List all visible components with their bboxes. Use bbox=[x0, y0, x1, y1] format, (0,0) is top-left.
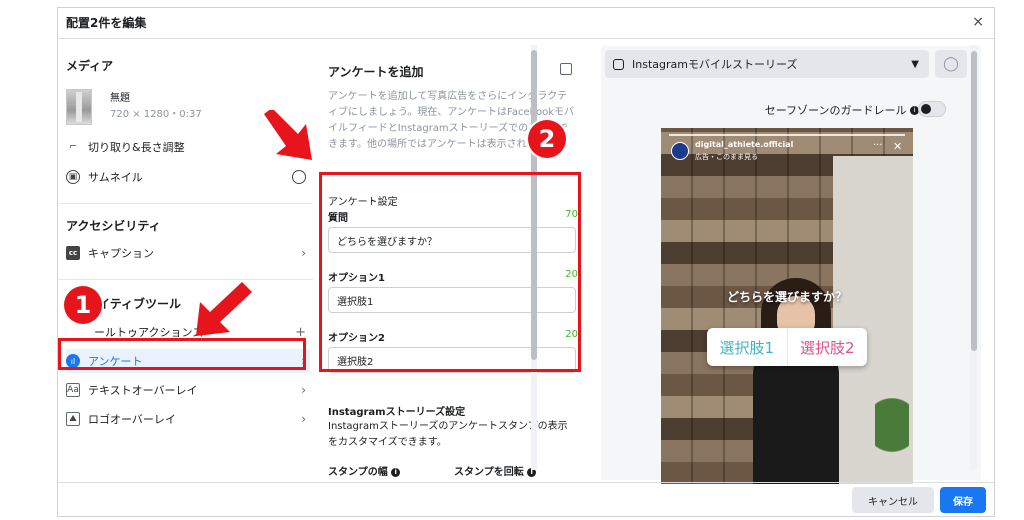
step-badge-2: 2 bbox=[528, 120, 566, 158]
thumbnail-icon: ▣ bbox=[66, 170, 80, 184]
person-image bbox=[741, 278, 851, 484]
more-icon[interactable]: ··· bbox=[873, 140, 883, 151]
cancel-button[interactable]: キャンセル bbox=[852, 487, 934, 513]
close-icon[interactable]: × bbox=[972, 14, 984, 30]
crop-icon: ⌐ bbox=[69, 142, 77, 152]
chevron-right-icon: › bbox=[301, 383, 306, 397]
left-panel: メディア 無題 720 × 1280・0:37 ⌐ 切り取り&長さ調整 ▣ サム… bbox=[58, 39, 313, 479]
story-subtitle: 広告・このまま見る bbox=[695, 153, 758, 161]
media-name: 無題 bbox=[110, 93, 130, 104]
avatar bbox=[671, 142, 689, 160]
plant-image bbox=[875, 398, 909, 484]
media-heading: メディア bbox=[66, 59, 114, 73]
logo-overlay-item[interactable]: ⛰ ロゴオーバーレイ › bbox=[66, 407, 310, 431]
text-overlay-item[interactable]: Aa テキストオーバーレイ › bbox=[66, 378, 310, 402]
chevron-right-icon: › bbox=[301, 412, 306, 426]
refresh-icon: ◯ bbox=[943, 56, 959, 72]
safe-zone-toggle[interactable] bbox=[918, 101, 946, 117]
thumbnail-item[interactable]: ▣ サムネイル bbox=[66, 165, 310, 189]
info-icon[interactable]: i bbox=[391, 467, 401, 477]
arrow-icon bbox=[264, 110, 312, 160]
image-icon: ⛰ bbox=[66, 412, 80, 426]
placement-dropdown[interactable]: Instagramモバイルストーリーズ ▼ bbox=[605, 50, 929, 78]
divider bbox=[58, 203, 313, 204]
thumbnail-edit-icon[interactable] bbox=[292, 170, 306, 184]
caption-label: キャプション bbox=[88, 247, 154, 260]
safe-zone-label: セーフゾーンのガードレール bbox=[764, 104, 907, 117]
poll-question-preview: どちらを選びますか？ bbox=[726, 290, 847, 304]
arrow-icon bbox=[196, 282, 252, 336]
story-username: digital_athlete.official bbox=[695, 140, 794, 149]
highlight-poll-item bbox=[58, 338, 306, 370]
sticker-width-label: スタンプの幅 i bbox=[328, 463, 401, 478]
panel-toggle-icon[interactable] bbox=[560, 63, 572, 75]
thumbnail-label: サムネイル bbox=[88, 171, 143, 184]
poll-option2-preview: 選択肢2 bbox=[799, 338, 855, 357]
logo-overlay-label: ロゴオーバーレイ bbox=[88, 413, 176, 426]
step-badge-1: 1 bbox=[64, 286, 102, 324]
placement-label: Instagramモバイルストーリーズ bbox=[632, 58, 798, 71]
caption-icon: cc bbox=[66, 246, 80, 260]
close-icon[interactable]: ✕ bbox=[893, 140, 902, 153]
poll-option1-preview: 選択肢1 bbox=[707, 328, 788, 366]
story-progress-bar bbox=[669, 134, 905, 136]
text-overlay-icon: Aa bbox=[66, 383, 80, 397]
safe-zone-row: セーフゾーンのガードレール i bbox=[765, 102, 919, 118]
poll-sticker: 選択肢1 選択肢2 bbox=[707, 328, 867, 366]
add-poll-title: アンケートを追加 bbox=[328, 65, 424, 79]
media-thumbnail[interactable] bbox=[66, 89, 92, 125]
caption-item[interactable]: cc キャプション › bbox=[66, 241, 310, 265]
ig-settings-desc: Instagramストーリーズのアンケートスタンプの表示をカスタマイズできます。 bbox=[328, 421, 568, 448]
story-preview: digital_athlete.official 広告・このまま見る ··· ✕… bbox=[661, 128, 913, 484]
refresh-button[interactable]: ◯ bbox=[935, 50, 967, 78]
ig-settings-title: Instagramストーリーズ設定 bbox=[328, 407, 466, 418]
creative-tools-heading: イティブツール bbox=[98, 297, 182, 311]
preview-panel: Instagramモバイルストーリーズ ▼ ◯ セーフゾーンのガードレール i … bbox=[601, 46, 981, 484]
save-button[interactable]: 保存 bbox=[940, 487, 986, 513]
chevron-right-icon: › bbox=[301, 246, 306, 260]
modal-title: 配置2件を編集 bbox=[66, 16, 147, 30]
caret-down-icon: ▼ bbox=[911, 58, 919, 70]
accessibility-heading: アクセシビリティ bbox=[66, 219, 161, 233]
text-overlay-label: テキストオーバーレイ bbox=[88, 384, 198, 397]
preview-scrollbar[interactable] bbox=[970, 45, 978, 470]
sticker-rotate-label: スタンプを回転 i bbox=[454, 463, 537, 478]
highlight-poll-settings bbox=[319, 172, 581, 372]
media-meta: 720 × 1280・0:37 bbox=[110, 109, 202, 120]
crop-label: 切り取り&長さ調整 bbox=[88, 141, 185, 154]
instagram-icon bbox=[613, 58, 624, 70]
footer-divider bbox=[58, 482, 994, 483]
